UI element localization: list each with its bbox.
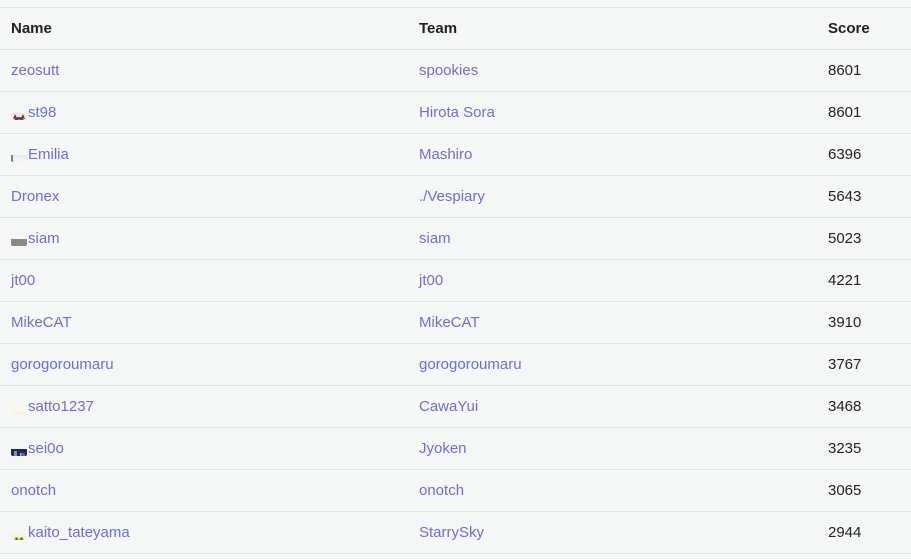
user-name: Emilia: [28, 146, 69, 163]
team-cell: onotch: [419, 470, 464, 511]
column-header-name[interactable]: Name: [11, 8, 52, 49]
name-cell: siam: [11, 218, 60, 259]
user-link[interactable]: sei0o: [11, 440, 64, 457]
table-row: siam siam 5023: [0, 218, 911, 260]
table-row: st98 Hirota Sora 8601: [0, 92, 911, 134]
user-link[interactable]: zeosutt: [11, 62, 59, 79]
score-cell: 6396: [828, 146, 862, 163]
team-link[interactable]: ./Vespiary: [419, 188, 485, 205]
user-name: jt00: [11, 272, 36, 289]
user-link[interactable]: st98: [11, 104, 56, 121]
table-row: MikeCAT MikeCAT 3910: [0, 302, 911, 344]
team-link[interactable]: StarrySky: [419, 524, 484, 541]
user-link[interactable]: siam: [11, 230, 60, 247]
score-cell: 5643: [828, 188, 862, 205]
user-link[interactable]: jt00: [11, 272, 35, 289]
user-name: Dronex: [11, 188, 60, 205]
score-cell: 3065: [828, 482, 862, 499]
team-cell: StarrySky: [419, 512, 484, 553]
score-cell: 3468: [828, 398, 862, 415]
scoreboard-table: Name Team Score zeosutt spookies 8601 st98 H…: [0, 7, 911, 554]
table-row: onotch onotch 3065: [0, 470, 911, 512]
team-link[interactable]: jt00: [419, 272, 443, 289]
user-name: sei0o: [28, 440, 64, 457]
table-row: kaito_tateyama StarrySky 2944: [0, 512, 911, 554]
table-row: sei0o Jyoken 3235: [0, 428, 911, 470]
table-header-row: Name Team Score: [0, 8, 911, 50]
user-link[interactable]: onotch: [11, 482, 56, 499]
score-cell: 3767: [828, 356, 862, 373]
dark-blue-avatar-icon: [11, 440, 27, 456]
team-cell: Mashiro: [419, 134, 472, 175]
team-cell: gorogoroumaru: [419, 344, 522, 385]
name-cell: sei0o: [11, 428, 64, 469]
name-cell: st98: [11, 92, 56, 133]
team-link[interactable]: siam: [419, 230, 451, 247]
column-header-team[interactable]: Team: [419, 8, 457, 49]
column-header-score[interactable]: Score: [828, 8, 870, 49]
name-cell: satto1237: [11, 386, 94, 427]
table-row: gorogoroumaru gorogoroumaru 3767: [0, 344, 911, 386]
user-name: siam: [28, 230, 60, 247]
name-cell: jt00: [11, 260, 35, 301]
table-row: satto1237 CawaYui 3468: [0, 386, 911, 428]
team-cell: jt00: [419, 260, 443, 301]
name-cell: Emilia: [11, 134, 69, 175]
table-row: zeosutt spookies 8601: [0, 50, 911, 92]
team-cell: Jyoken: [419, 428, 467, 469]
team-link[interactable]: Hirota Sora: [419, 104, 495, 121]
team-cell: ./Vespiary: [419, 176, 485, 217]
user-name: onotch: [11, 482, 57, 499]
table-row: Dronex ./Vespiary 5643: [0, 176, 911, 218]
team-link[interactable]: CawaYui: [419, 398, 478, 415]
user-name: kaito_tateyama: [28, 524, 130, 541]
table-body: zeosutt spookies 8601 st98 Hirota Sora 8601 Em…: [0, 50, 911, 554]
user-link[interactable]: kaito_tateyama: [11, 524, 130, 541]
name-cell: zeosutt: [11, 50, 59, 91]
user-link[interactable]: satto1237: [11, 398, 94, 415]
table-row: jt00 jt00 4221: [0, 260, 911, 302]
score-cell: 3235: [828, 440, 862, 457]
team-link[interactable]: spookies: [419, 62, 478, 79]
name-cell: gorogoroumaru: [11, 344, 114, 385]
team-cell: spookies: [419, 50, 478, 91]
team-link[interactable]: Mashiro: [419, 146, 472, 163]
white-haired-girl-avatar-icon: [11, 146, 27, 162]
user-link[interactable]: gorogoroumaru: [11, 356, 114, 373]
user-name: satto1237: [28, 398, 94, 415]
team-link[interactable]: gorogoroumaru: [419, 356, 522, 373]
name-cell: MikeCAT: [11, 302, 72, 343]
user-name: zeosutt: [11, 62, 60, 79]
user-name: st98: [28, 104, 57, 121]
name-cell: onotch: [11, 470, 56, 511]
team-cell: Hirota Sora: [419, 92, 495, 133]
score-cell: 3910: [828, 314, 862, 331]
frog-avatar-icon: [11, 524, 27, 540]
cake-avatar-icon: [11, 398, 27, 414]
team-link[interactable]: onotch: [419, 482, 464, 499]
user-link[interactable]: Emilia: [11, 146, 69, 163]
table-row: Emilia Mashiro 6396: [0, 134, 911, 176]
team-cell: siam: [419, 218, 451, 259]
user-link[interactable]: Dronex: [11, 188, 59, 205]
name-cell: kaito_tateyama: [11, 512, 130, 553]
user-name: gorogoroumaru: [11, 356, 114, 373]
score-cell: 5023: [828, 230, 862, 247]
landscape-avatar-icon: [11, 230, 27, 246]
user-link[interactable]: MikeCAT: [11, 314, 72, 331]
team-cell: MikeCAT: [419, 302, 480, 343]
score-cell: 8601: [828, 104, 862, 121]
team-cell: CawaYui: [419, 386, 478, 427]
name-cell: Dronex: [11, 176, 59, 217]
user-name: MikeCAT: [11, 314, 72, 331]
score-cell: 2944: [828, 524, 862, 541]
team-link[interactable]: Jyoken: [419, 440, 467, 457]
score-cell: 4221: [828, 272, 862, 289]
score-cell: 8601: [828, 62, 862, 79]
team-link[interactable]: MikeCAT: [419, 314, 480, 331]
cat-girl-avatar-icon: [11, 104, 27, 120]
